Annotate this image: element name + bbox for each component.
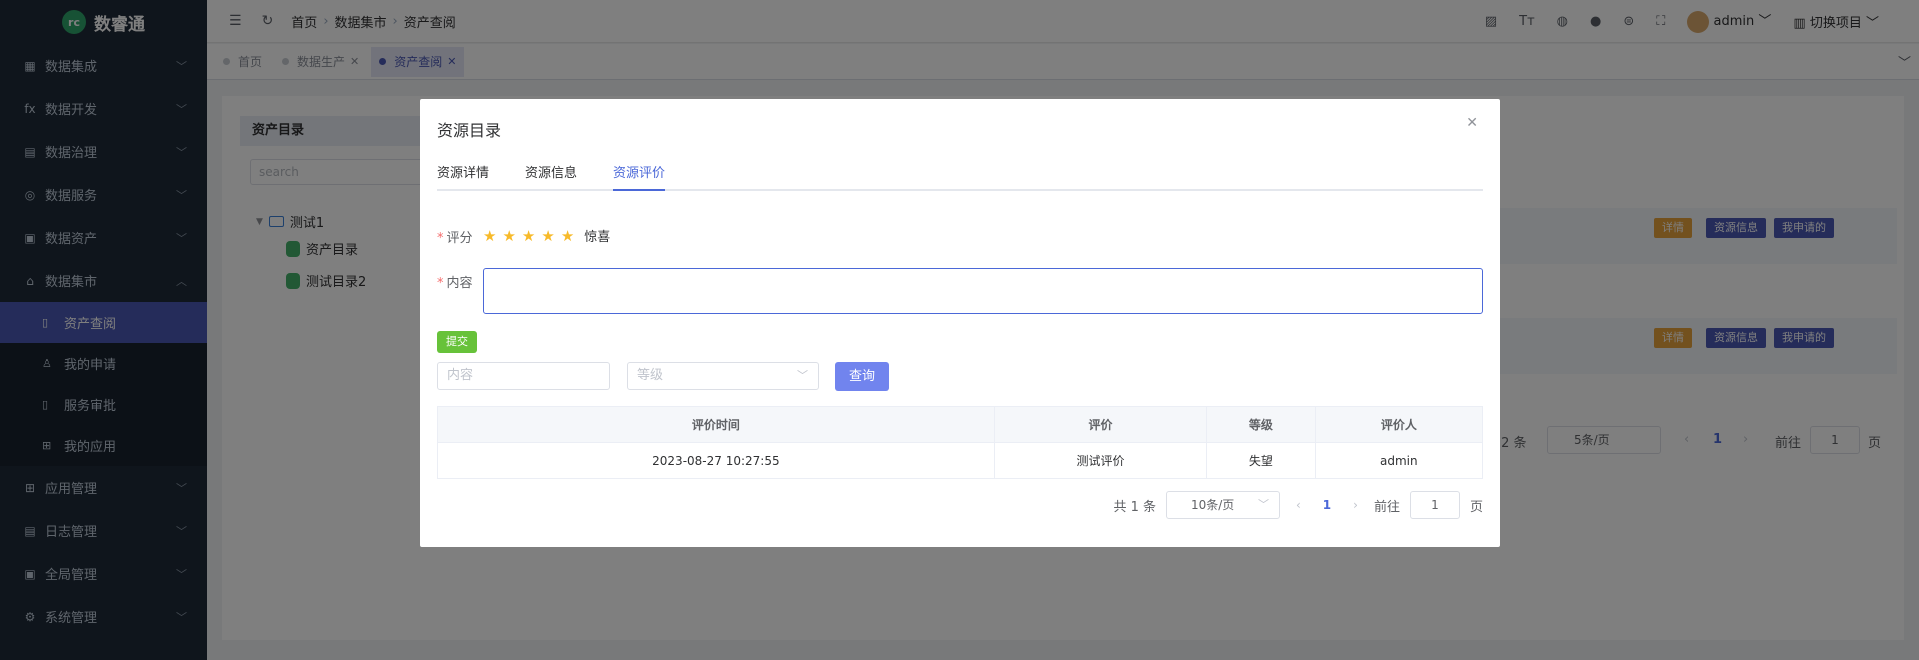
table-row: 2023-08-27 10:27:55 测试评价 失望 admin	[437, 442, 1484, 479]
column-header: 评价时间	[437, 406, 995, 443]
cell-level: 失望	[1206, 442, 1316, 479]
tab-resource-details[interactable]: 资源详情	[437, 162, 489, 189]
dialog-title: 资源目录	[437, 121, 502, 140]
cell-reviewer: admin	[1314, 442, 1484, 479]
pagination-total: 共 1 条	[1113, 499, 1156, 515]
dialog-tabs: 资源详情 资源信息 资源评价	[437, 151, 1483, 191]
query-button[interactable]: 查询	[835, 362, 889, 391]
rating-stars[interactable]: ★ ★ ★ ★ ★ 惊喜	[483, 226, 611, 246]
column-header: 等级	[1206, 406, 1316, 443]
goto-page-input[interactable]: 1	[1409, 491, 1460, 519]
rating-text: 惊喜	[584, 230, 611, 245]
prev-page-icon[interactable]: ‹	[1296, 498, 1301, 512]
required-asterisk: *	[437, 276, 444, 291]
content-textarea[interactable]	[483, 268, 1483, 314]
chevron-down-icon: ﹀	[797, 369, 808, 382]
star-icon[interactable]: ★	[541, 227, 554, 245]
close-icon[interactable]: ✕	[1466, 115, 1478, 131]
rating-label: * 评分	[437, 231, 473, 246]
resource-catalog-dialog: 资源目录 ✕ 资源详情 资源信息 资源评价 * 评分 ★ ★ ★ ★ ★ 惊喜 *…	[420, 99, 1500, 547]
cell-time: 2023-08-27 10:27:55	[437, 442, 995, 479]
current-page[interactable]: 1	[1323, 498, 1331, 512]
goto-label: 前往	[1373, 499, 1400, 515]
pagination: 共 1 条 10条/页 ﹀ ‹ 1 › 前往 1 页	[420, 491, 1483, 519]
rating-table: 评价时间 评价 等级 评价人 2023-08-27 10:27:55 测试评价 …	[437, 406, 1484, 479]
column-header: 评价	[993, 406, 1208, 443]
required-asterisk: *	[437, 231, 444, 246]
star-icon[interactable]: ★	[522, 227, 535, 245]
star-icon[interactable]: ★	[561, 227, 574, 245]
filter-level-select[interactable]: 等级 ﹀	[627, 362, 819, 390]
cell-comment: 测试评价	[993, 442, 1208, 479]
next-page-icon[interactable]: ›	[1353, 498, 1358, 512]
tab-resource-info[interactable]: 资源信息	[525, 162, 577, 189]
page-size-select[interactable]: 10条/页 ﹀	[1165, 491, 1280, 519]
chevron-down-icon: ﹀	[1257, 498, 1269, 511]
star-icon[interactable]: ★	[502, 227, 515, 245]
submit-button[interactable]: 提交	[437, 331, 477, 353]
page-unit: 页	[1469, 499, 1483, 515]
column-header: 评价人	[1314, 406, 1484, 443]
star-icon[interactable]: ★	[483, 227, 496, 245]
content-label: * 内容	[437, 276, 473, 291]
filter-content-input[interactable]: 内容	[437, 362, 610, 390]
tab-resource-rating[interactable]: 资源评价	[613, 162, 666, 191]
table-header-row: 评价时间 评价 等级 评价人	[437, 406, 1484, 443]
